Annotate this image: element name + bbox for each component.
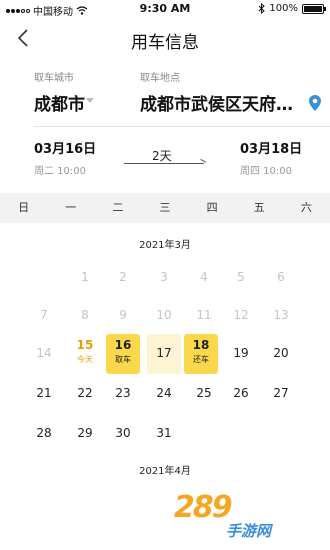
calendar-day-today[interactable]: 15 今天 (68, 334, 102, 374)
calendar-day[interactable]: 27 (264, 374, 298, 414)
watermark-number: 289 (174, 490, 233, 525)
calendar-day-pickup[interactable]: 16 取车 (106, 334, 140, 374)
calendar-day[interactable]: 26 (224, 374, 258, 414)
battery-icon (302, 3, 326, 14)
weekday: 日 (18, 201, 30, 214)
pickup-place-field[interactable]: 成都市武侯区天府… (140, 90, 293, 115)
calendar-day[interactable]: 28 (27, 414, 61, 454)
calendar-day[interactable]: 23 (106, 374, 140, 414)
calendar-day[interactable]: 25 (187, 374, 221, 414)
page-title: 用车信息 (131, 33, 199, 53)
calendar-day: 7 (40, 308, 48, 322)
end-date[interactable]: 03月18日 (240, 138, 302, 157)
calendar-day[interactable]: 20 (264, 334, 298, 374)
pickup-place-label: 取车地点 (140, 73, 180, 84)
calendar-day: 10 (156, 308, 172, 322)
weekday: 五 (253, 201, 265, 214)
pickup-city-label: 取车城市 (34, 73, 74, 84)
weekday-header: 日 一 二 三 四 五 六 (0, 193, 330, 223)
nav-bar: 用车信息 (0, 18, 330, 60)
calendar-day: 8 (81, 308, 89, 322)
calendar-day: 1 (81, 270, 89, 284)
weekday: 一 (65, 201, 77, 214)
calendar-day: 3 (160, 270, 168, 284)
calendar-day-in-range[interactable]: 17 (147, 334, 181, 374)
calendar-day[interactable]: 22 (68, 374, 102, 414)
calendar-day: 12 (233, 308, 249, 322)
pickup-label: 取车 (115, 355, 131, 364)
status-right: 100% (258, 3, 326, 14)
calendar-day[interactable]: 29 (68, 414, 102, 454)
duration-line (124, 163, 204, 164)
weekday: 六 (300, 201, 312, 214)
calendar-day: 4 (200, 270, 208, 284)
start-time: 周二 10:00 (34, 166, 86, 177)
month-title: 2021年4月 (139, 466, 191, 477)
bluetooth-icon (259, 3, 266, 14)
site-watermark: 289 手游网 (168, 490, 318, 540)
calendar-day: 6 (277, 270, 285, 284)
calendar-day[interactable]: 30 (106, 414, 140, 454)
divider (34, 126, 330, 127)
calendar-day[interactable]: 21 (27, 374, 61, 414)
calendar-day: 2 (119, 270, 127, 284)
rental-dates[interactable]: 03月16日 周二 10:00 2天 03月18日 周四 10:00 (0, 132, 330, 182)
status-bar: 中国移动 9:30 AM 100% (0, 0, 330, 18)
chevron-down-icon[interactable] (86, 98, 94, 103)
calendar-day[interactable]: 24 (147, 374, 181, 414)
arrow-right-icon (197, 158, 207, 168)
pickup-section: 取车城市 成都市 取车地点 成都市武侯区天府… (0, 64, 330, 128)
calendar-day[interactable]: 31 (147, 414, 181, 454)
calendar-day-return[interactable]: 18 还车 (184, 334, 218, 374)
calendar-day: 9 (119, 308, 127, 322)
calendar-day: 14 (36, 346, 52, 360)
calendar-day: 13 (273, 308, 289, 322)
calendar-day: 5 (237, 270, 245, 284)
start-date[interactable]: 03月16日 (34, 138, 96, 157)
month-title: 2021年3月 (139, 240, 191, 251)
weekday: 二 (112, 201, 124, 214)
calendar-day[interactable]: 19 (224, 334, 258, 374)
today-label: 今天 (77, 355, 93, 364)
rental-duration: 2天 (152, 149, 172, 163)
watermark-site: 手游网 (226, 522, 272, 540)
weekday: 四 (206, 201, 218, 214)
end-time: 周四 10:00 (240, 166, 292, 177)
return-label: 还车 (193, 355, 209, 364)
calendar-day: 11 (196, 308, 212, 322)
battery-percent: 100% (269, 3, 298, 14)
weekday: 三 (159, 201, 171, 214)
location-pin-icon[interactable] (308, 94, 322, 112)
pickup-city-select[interactable]: 成都市 (34, 90, 85, 115)
